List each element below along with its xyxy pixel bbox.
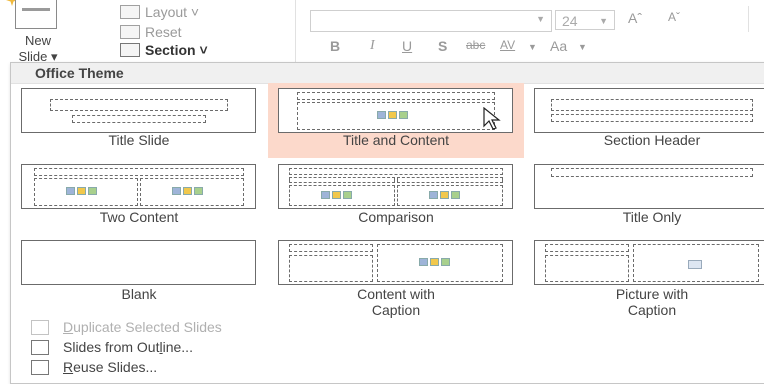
layout-label: Layout ˅ [145,4,200,20]
shrink-font-button[interactable]: Aˇ [668,10,680,24]
layout-comparison[interactable]: Comparison [268,159,524,234]
layout-thumbnail [534,240,764,285]
layout-label: Content with Caption [357,286,435,318]
ribbon-divider [748,6,749,32]
layout-thumbnail [21,240,256,285]
new-slide-gallery: Office Theme Title Slide Title and Conte… [10,62,764,384]
new-slide-label: New [24,33,51,48]
placeholder-box [72,115,206,123]
gallery-section-header: Office Theme [11,63,764,84]
character-spacing-button[interactable]: AV [500,38,515,52]
placeholder-box [551,168,753,177]
layout-thumbnail [278,88,513,133]
layout-label: Title Only [622,209,682,225]
content-icons [418,258,451,268]
layout-label: Comparison [358,209,434,225]
duplicate-slides-icon [31,319,49,335]
menu-label-rest: ine... [162,339,193,355]
picture-icon [688,260,702,269]
chevron-down-icon: ▼ [536,14,545,24]
layout-title-slide[interactable]: Title Slide [11,83,267,158]
chevron-down-icon[interactable]: ▼ [578,42,587,52]
layout-icon [120,5,140,20]
section-label: Section ˅ [145,42,208,58]
menu-label-accelerator: D [63,319,74,335]
ribbon-divider [295,0,296,62]
bold-button[interactable]: B [330,38,340,54]
section-button[interactable]: Section ˅ [120,42,208,59]
layout-thumbnail [278,164,513,209]
placeholder-box [377,244,503,282]
layout-label: Title and Content [342,132,450,148]
layout-thumbnail [21,88,256,133]
menu-label-prefix: Slides from Out [63,339,160,355]
content-icons [428,191,461,201]
change-case-button[interactable]: Aa [550,38,567,54]
layout-content-with-caption[interactable]: Content with Caption [268,235,524,319]
slides-from-outline-menu-item[interactable]: Slides from Outline... [31,339,193,357]
italic-button[interactable]: I [370,38,375,54]
layout-picture-with-caption[interactable]: Picture with Caption [524,235,764,319]
placeholder-box [289,244,373,252]
new-slide-icon [15,0,57,29]
layout-label: Two Content [99,209,179,225]
reuse-slides-menu-item[interactable]: Reuse Slides... [31,359,157,377]
outline-icon [31,339,49,355]
layout-title-only[interactable]: Title Only [524,159,764,234]
layout-label: Title Slide [108,132,170,148]
layout-label: Picture with Caption [615,286,689,318]
placeholder-box [289,177,395,183]
placeholder-box [50,99,228,111]
placeholder-box [34,168,244,176]
layout-thumbnail [534,164,764,209]
chevron-down-icon[interactable]: ▼ [528,42,537,52]
layout-button[interactable]: Layout ˅ [120,4,199,21]
font-name-combobox[interactable]: ▼ [310,10,552,32]
menu-label-rest: uplicate Selected Slides [73,319,222,335]
placeholder-box [289,255,373,282]
placeholder-box [397,177,503,183]
ribbon: New Slide ▾ Layout ˅ Reset Section ˅ ▼ 2… [0,0,764,64]
text-shadow-button[interactable]: S [438,38,447,54]
content-icons [376,111,409,121]
content-icons [65,187,98,197]
placeholder-box [397,185,503,206]
placeholder-box [551,99,753,111]
duplicate-slides-menu-item[interactable]: Duplicate Selected Slides [31,319,222,337]
layout-two-content[interactable]: Two Content [11,159,267,234]
new-slide-button[interactable]: New Slide ▾ [6,0,60,64]
section-title: Office Theme [35,65,124,81]
layout-thumbnail [534,88,764,133]
layout-thumbnail [278,240,513,285]
strikethrough-button[interactable]: abc [466,38,485,52]
content-icons [171,187,204,197]
layout-label: Blank [121,286,157,302]
chevron-down-icon: ▼ [599,16,608,26]
mouse-pointer-icon [483,107,501,130]
layout-blank[interactable]: Blank [11,235,267,319]
layout-label: Section Header [603,132,701,148]
placeholder-box [289,168,503,175]
grow-font-button[interactable]: Aˆ [628,10,642,26]
placeholder-box [297,92,495,100]
placeholder-box [297,102,495,130]
font-size-combobox[interactable]: 24 ▼ [555,10,615,30]
placeholder-box [545,244,629,252]
font-size-value: 24 [562,13,578,29]
content-icons [320,191,353,201]
layout-thumbnail [21,164,256,209]
placeholder-box [140,178,244,206]
placeholder-box [545,255,629,282]
placeholder-box [34,178,138,206]
underline-button[interactable]: U [402,38,412,54]
placeholder-box [551,114,753,122]
placeholder-box [633,244,759,282]
reset-icon [120,25,140,40]
section-icon [120,43,140,58]
reset-label: Reset [145,24,182,40]
layout-section-header[interactable]: Section Header [524,83,764,158]
reset-button[interactable]: Reset [120,24,182,41]
placeholder-box [289,185,395,206]
